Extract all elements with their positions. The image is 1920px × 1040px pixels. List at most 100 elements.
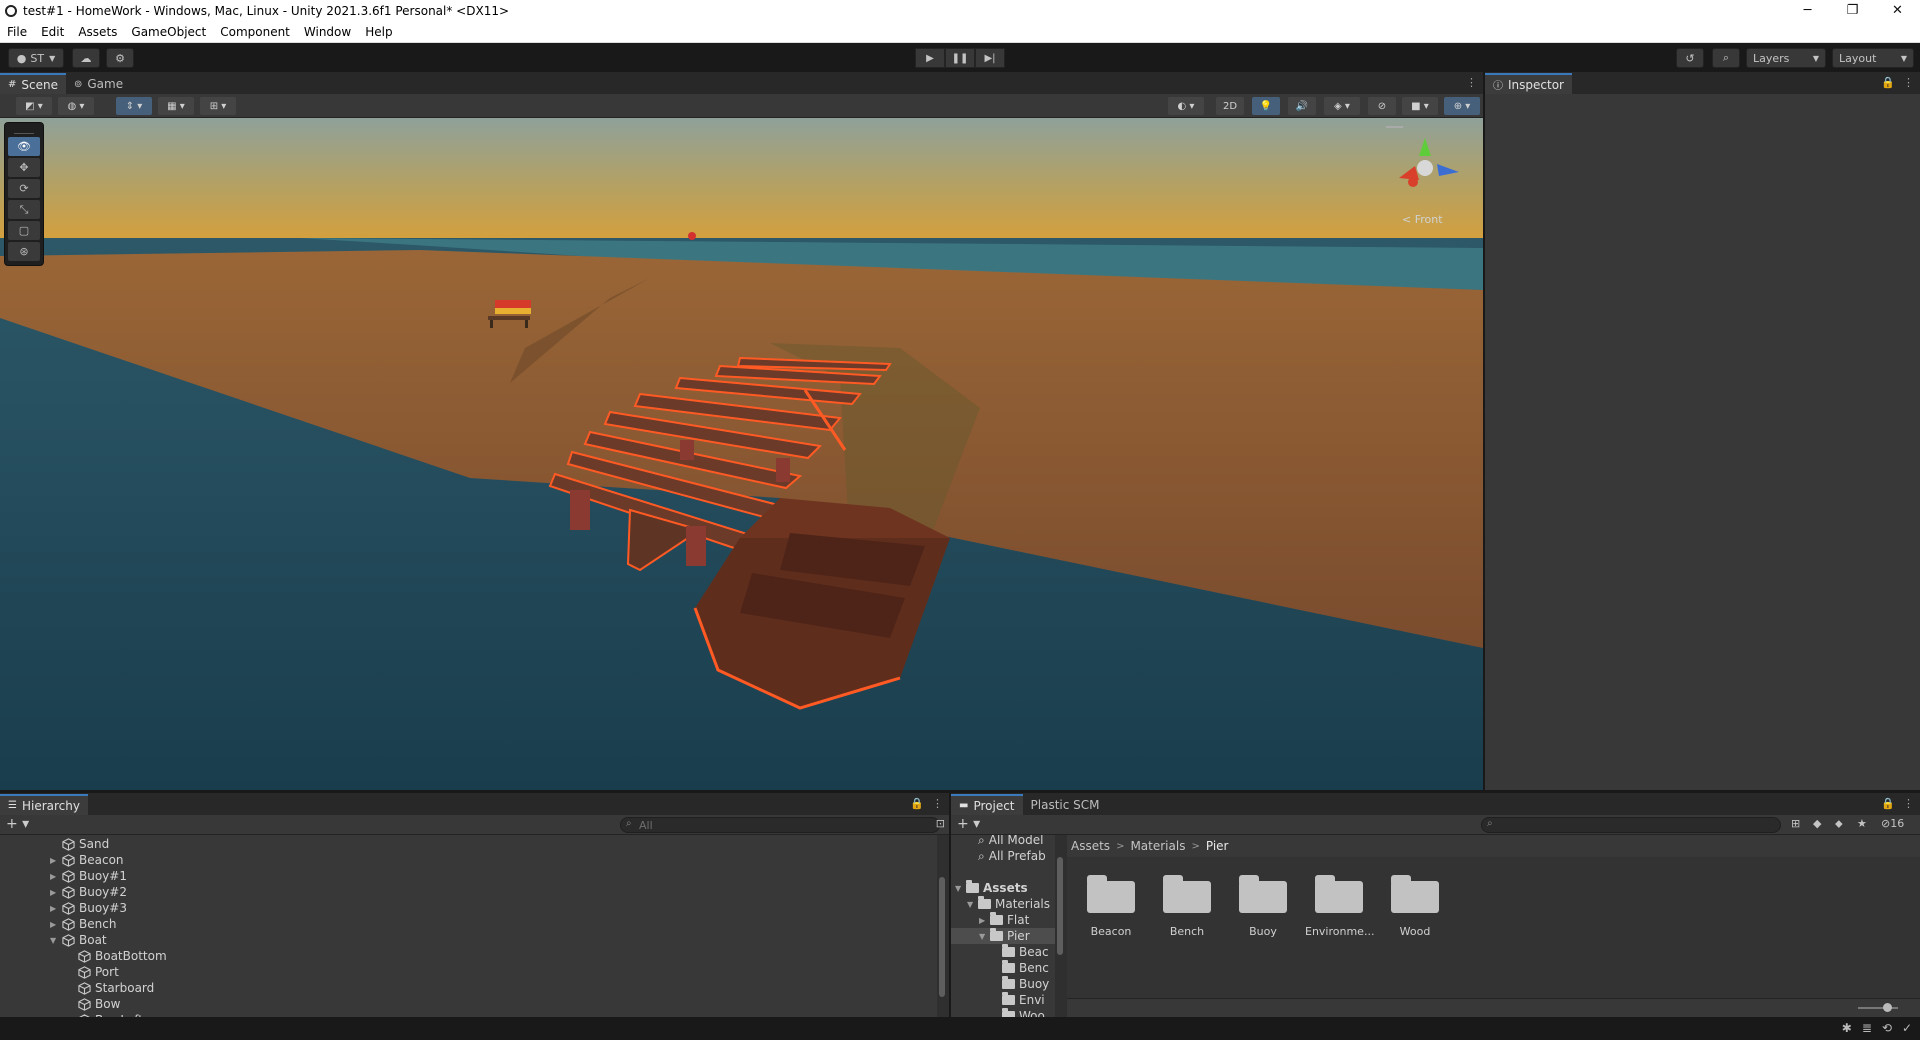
audio-toggle[interactable]: 🔊 [1288,97,1316,115]
transform-tool-button[interactable]: ⊛ [8,242,40,261]
hierarchy-item[interactable]: ▶ Buoy#3 [50,900,127,916]
asset-folder[interactable]: Beacon [1077,875,1145,938]
check-icon[interactable]: ✓ [1902,1021,1912,1035]
project-tree-item[interactable]: Benc [951,960,1067,976]
layers-dropdown[interactable]: Layers ▼ [1746,48,1826,68]
tag-icon[interactable]: ⬥ [1835,817,1843,831]
account-dropdown[interactable]: ● ST ▼ [8,48,64,68]
step-button[interactable]: ▶| [975,48,1005,68]
tab-project[interactable]: ▬ Project [951,794,1023,815]
move-snap-toggle[interactable]: ⇕ ▾ [116,97,152,115]
gizmo-view-label[interactable]: < Front [1402,213,1443,226]
breadcrumb-pier[interactable]: Pier [1206,839,1229,853]
increment-snap-toggle[interactable]: ⊞ ▾ [200,97,236,115]
rect-tool-button[interactable]: ▢ [8,221,40,240]
hierarchy-item[interactable]: ▼ Boat [50,932,107,948]
hidden-objects-toggle[interactable]: ⊘ [1368,97,1396,115]
hierarchy-item[interactable]: ▶ Bench [50,916,116,932]
star-icon[interactable]: ★ [1857,817,1867,830]
project-tree-item[interactable]: ▼ Assets [951,880,1067,896]
project-search-input[interactable]: ⌕ [1481,817,1781,833]
breadcrumb-materials[interactable]: Materials [1130,839,1185,853]
tab-inspector[interactable]: ⓘ Inspector [1485,73,1572,94]
scrollbar-thumb[interactable] [939,877,945,997]
menu-window[interactable]: Window [297,25,358,39]
scene-viewport[interactable] [0,118,1483,790]
play-button[interactable]: ▶ [915,48,945,68]
maximize-button[interactable]: ❐ [1830,0,1875,22]
gizmos-dropdown[interactable]: ⊕ ▾ [1444,97,1480,115]
asset-folder[interactable]: Bench [1153,875,1221,938]
project-tree-item[interactable]: Woo [951,1008,1067,1017]
collapsed-arrow-icon[interactable]: ▶ [50,920,62,929]
scene-visibility-icon[interactable]: ⊡ [936,817,945,830]
panel-menu-icon[interactable]: ⋮ [1903,797,1914,810]
filter-type-icon[interactable]: ⊞ [1791,817,1800,830]
layout-dropdown[interactable]: Layout ▼ [1832,48,1914,68]
hierarchy-item[interactable]: Sand [50,836,109,852]
expanded-arrow-icon[interactable]: ▼ [955,884,966,893]
undo-history-button[interactable]: ↺ [1676,48,1704,68]
collapsed-arrow-icon[interactable]: ▶ [979,916,990,925]
lock-icon[interactable]: 🔒 [1881,797,1895,810]
scrollbar-thumb[interactable] [1057,857,1063,955]
project-tree-item[interactable]: Beac [951,944,1067,960]
collapsed-arrow-icon[interactable]: ▶ [50,856,62,865]
menu-help[interactable]: Help [358,25,399,39]
minimize-button[interactable]: ─ [1785,0,1830,22]
add-icon[interactable]: + ▾ [957,816,980,832]
project-tree-item[interactable]: Envi [951,992,1067,1008]
hierarchy-item[interactable]: BoatBottom [66,948,167,964]
pause-button[interactable]: ❚❚ [945,48,975,68]
hierarchy-search-input[interactable]: ⌕ All [620,817,940,833]
hierarchy-scrollbar[interactable] [937,835,949,1017]
orientation-gizmo[interactable] [1385,126,1465,206]
hierarchy-item[interactable]: ▶ Buoy#1 [50,868,127,884]
effects-dropdown[interactable]: ◈ ▾ [1324,97,1360,115]
project-tree-scrollbar[interactable] [1055,835,1067,1017]
rotate-tool-button[interactable]: ⟳ [8,179,40,198]
project-tree-item[interactable]: ▼ Materials [951,896,1067,912]
shading-mode-dropdown[interactable]: ◐ ▾ [1168,97,1204,115]
project-tree-item[interactable]: ⌕ All Prefab [951,848,1067,864]
vertical-splitter[interactable] [1483,72,1485,790]
collab-button[interactable]: ⚙ [106,48,134,68]
asset-folder[interactable]: Buoy [1229,875,1297,938]
2d-toggle[interactable]: 2D [1216,97,1244,115]
tab-hierarchy[interactable]: ☰ Hierarchy [0,794,88,815]
panel-menu-icon[interactable]: ⋮ [932,797,943,810]
hierarchy-item[interactable]: Bow [66,996,120,1012]
menu-edit[interactable]: Edit [34,25,71,39]
project-tree-item[interactable]: ▶ Flat [951,912,1067,928]
profiler-icon[interactable]: ⟲ [1882,1021,1892,1035]
hierarchy-item[interactable]: ▶ Buoy#2 [50,884,127,900]
hierarchy-item[interactable]: ▶ Beacon [50,852,124,868]
zoom-slider-track[interactable] [1858,1007,1898,1009]
camera-dropdown[interactable]: ■ ▾ [1402,97,1438,115]
tab-plastic-scm[interactable]: Plastic SCM [1023,795,1108,815]
asset-folder[interactable]: Wood [1381,875,1449,938]
draw-mode-dropdown[interactable]: ◩ ▾ [16,97,52,115]
filter-label-icon[interactable]: ◆ [1813,817,1821,830]
tab-scene[interactable]: # Scene [0,73,66,94]
scale-tool-button[interactable]: ⤡ [8,200,40,219]
close-button[interactable]: ✕ [1875,0,1920,22]
tab-game[interactable]: ⊚ Game [66,74,131,94]
cache-icon[interactable]: ≣ [1862,1021,1872,1035]
expanded-arrow-icon[interactable]: ▼ [967,900,978,909]
lock-icon[interactable]: 🔒 [1881,76,1895,89]
expanded-arrow-icon[interactable]: ▼ [50,936,62,945]
bug-icon[interactable]: ✱ [1842,1021,1852,1035]
lock-icon[interactable]: 🔒 [910,797,924,810]
menu-assets[interactable]: Assets [71,25,124,39]
lighting-toggle[interactable]: 💡 [1252,97,1280,115]
expanded-arrow-icon[interactable]: ▼ [979,932,990,941]
add-icon[interactable]: + ▾ [6,816,29,832]
search-button[interactable]: ⌕ [1712,48,1740,68]
breadcrumb-assets[interactable]: Assets [1071,839,1110,853]
hierarchy-item[interactable]: Port [66,964,119,980]
palette-grip[interactable] [14,126,34,134]
collapsed-arrow-icon[interactable]: ▶ [50,888,62,897]
move-tool-button[interactable]: ✥ [8,158,40,177]
project-tree-item[interactable]: Buoy [951,976,1067,992]
